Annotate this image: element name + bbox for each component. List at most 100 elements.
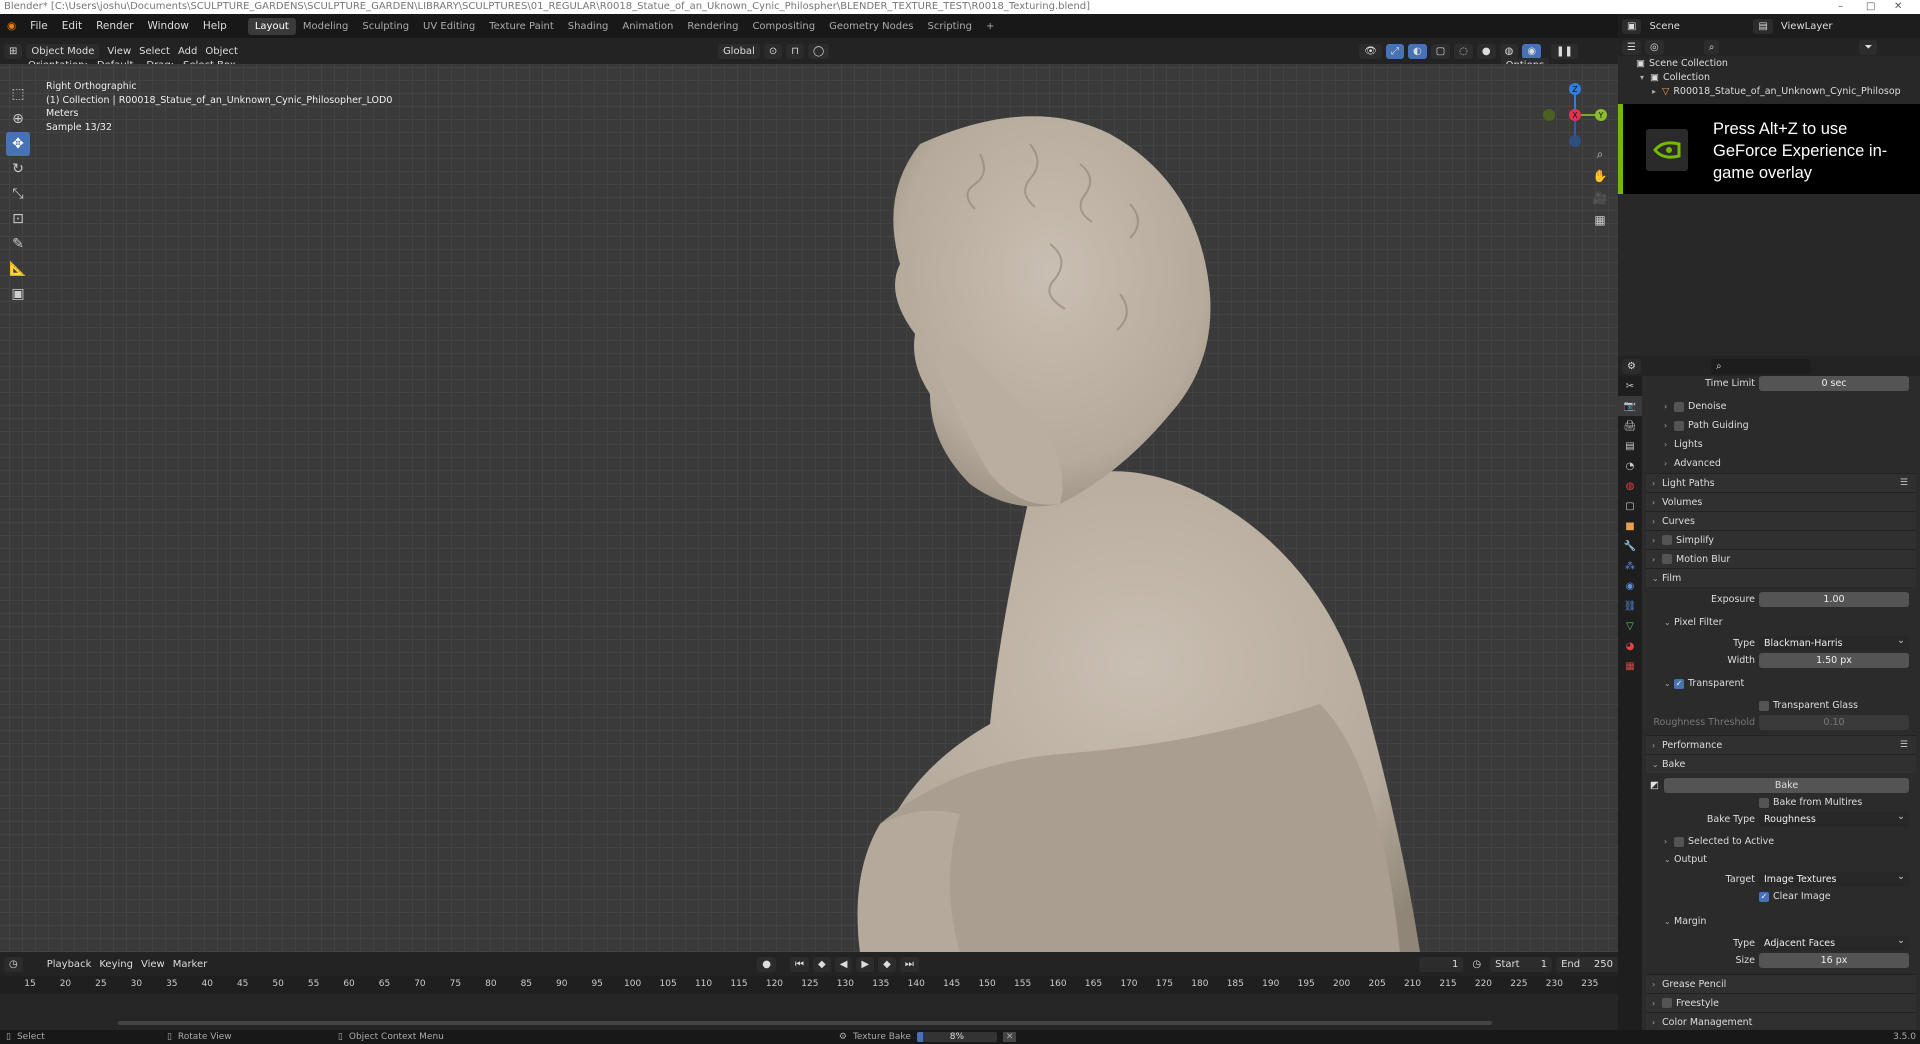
menu-keying[interactable]: Keying	[99, 959, 133, 970]
bake-type-dropdown[interactable]: Roughness	[1759, 809, 1909, 827]
blender-logo-icon[interactable]: ◉	[0, 20, 23, 32]
menu-render[interactable]: Render	[89, 20, 140, 32]
curves-panel[interactable]: › Curves	[1646, 511, 1916, 530]
outliner-row-statue[interactable]: ▸ ▽ R00018_Statue_of_an_Unknown_Cynic_Ph…	[1618, 84, 1920, 98]
tab-compositing[interactable]: Compositing	[745, 18, 822, 35]
scale-icon[interactable]: ⤡	[6, 182, 30, 206]
output-tab-icon[interactable]: 🖨	[1618, 416, 1642, 436]
menu-object[interactable]: Object	[205, 46, 238, 57]
material-tab-icon[interactable]: ◕	[1618, 636, 1642, 656]
margin-type-dropdown[interactable]: Adjacent Faces	[1759, 933, 1909, 951]
tab-texture-paint[interactable]: Texture Paint	[482, 18, 561, 35]
time-limit-field[interactable]: 0 sec	[1759, 376, 1909, 391]
3d-viewport[interactable]	[0, 64, 1618, 952]
film-panel[interactable]: ⌄ Film	[1646, 568, 1916, 587]
panel-presets-icon[interactable]: ☰	[1900, 478, 1908, 488]
object-tab-icon[interactable]: ■	[1618, 516, 1642, 536]
physics-tab-icon[interactable]: ◉	[1618, 576, 1642, 596]
tab-layout[interactable]: Layout	[247, 17, 296, 35]
grid-icon[interactable]: ▦	[1590, 210, 1610, 230]
jump-end-icon[interactable]: ⏭	[899, 956, 919, 972]
menu-marker[interactable]: Marker	[173, 959, 208, 970]
bake-button[interactable]: Bake	[1664, 778, 1909, 793]
outliner-row-collection[interactable]: ▾ ▣ Collection	[1618, 70, 1920, 84]
properties-editor-icon[interactable]: ⚙	[1622, 358, 1641, 374]
measure-icon[interactable]: 📐	[6, 257, 30, 281]
denoise-subpanel[interactable]: › Denoise	[1642, 397, 1920, 416]
next-key-icon[interactable]: ◆	[878, 956, 896, 972]
pan-hand-icon[interactable]: ✋	[1590, 166, 1610, 186]
bake-from-multires-checkbox[interactable]: Bake from Multires	[1759, 797, 1862, 808]
output-subpanel[interactable]: ⌄ Output	[1642, 851, 1920, 867]
timeline-ruler[interactable]: 15 20 25 30 35 40 45 50 55 60 65 70 75 80 85 90 95 100 105…	[0, 976, 1618, 994]
rotate-icon[interactable]: ↻	[6, 157, 30, 181]
modifier-tab-icon[interactable]: 🔧	[1618, 536, 1642, 556]
margin-size-field[interactable]: 16 px	[1759, 953, 1909, 968]
display-mode-icon[interactable]: ◎	[1644, 39, 1664, 55]
annotate-icon[interactable]: ✎	[6, 232, 30, 256]
tab-scripting[interactable]: Scripting	[920, 18, 978, 35]
menu-timeline-view[interactable]: View	[141, 959, 165, 970]
tab-uv-editing[interactable]: UV Editing	[416, 18, 482, 35]
volumes-panel[interactable]: › Volumes	[1646, 492, 1916, 511]
texture-tab-icon[interactable]: ▦	[1618, 656, 1642, 676]
render-tab-icon[interactable]: 📷	[1618, 396, 1642, 416]
freestyle-panel[interactable]: › Freestyle	[1646, 993, 1916, 1012]
tool-tab-icon[interactable]: ✂	[1618, 376, 1642, 396]
data-tab-icon[interactable]: ▽	[1618, 616, 1642, 636]
maximize-button[interactable]: □	[1866, 0, 1875, 14]
denoise-checkbox[interactable]	[1674, 401, 1684, 412]
transform-icon[interactable]: ⊡	[6, 207, 30, 231]
jump-start-icon[interactable]: ⏮	[790, 956, 809, 972]
search-icon[interactable]: ⌕	[1703, 39, 1720, 55]
path-guiding-checkbox[interactable]	[1674, 420, 1684, 431]
color-management-panel[interactable]: › Color Management	[1646, 1012, 1916, 1030]
tab-geometry-nodes[interactable]: Geometry Nodes	[822, 18, 920, 35]
tab-sculpting[interactable]: Sculpting	[355, 18, 416, 35]
constraints-tab-icon[interactable]: ⛓	[1618, 596, 1642, 616]
menu-window[interactable]: Window	[140, 20, 195, 32]
motion-blur-checkbox[interactable]	[1662, 554, 1672, 564]
exposure-field[interactable]: 1.00	[1759, 592, 1909, 607]
outliner-editor-type-icon[interactable]: ☰	[1622, 39, 1641, 55]
tab-rendering[interactable]: Rendering	[680, 18, 745, 35]
close-button[interactable]: ✕	[1894, 0, 1902, 14]
simplify-checkbox[interactable]	[1662, 535, 1672, 545]
menu-view[interactable]: View	[107, 46, 131, 57]
clear-image-checkbox[interactable]: ✓ Clear Image	[1759, 891, 1831, 902]
pixel-filter-subpanel[interactable]: ⌄ Pixel Filter	[1642, 613, 1920, 632]
menu-file[interactable]: File	[23, 20, 55, 32]
roughness-threshold-field[interactable]: 0.10	[1759, 715, 1909, 730]
menu-edit[interactable]: Edit	[55, 20, 89, 32]
tab-modeling[interactable]: Modeling	[296, 18, 356, 35]
selected-to-active-subpanel[interactable]: › Selected to Active	[1642, 832, 1920, 851]
target-dropdown[interactable]: Image Textures	[1759, 869, 1909, 887]
grease-pencil-panel[interactable]: › Grease Pencil	[1646, 974, 1916, 993]
stopwatch-icon[interactable]: ◷	[1467, 957, 1486, 972]
selected-to-active-checkbox[interactable]	[1674, 836, 1684, 847]
light-paths-panel[interactable]: › Light Paths ☰	[1646, 473, 1916, 492]
move-icon[interactable]: ✥	[6, 132, 30, 156]
minimize-button[interactable]: –	[1838, 0, 1843, 14]
cursor-icon[interactable]: ⊕	[6, 107, 30, 131]
menu-add[interactable]: Add	[178, 46, 197, 57]
performance-panel[interactable]: › Performance ☰	[1646, 735, 1916, 754]
motion-blur-panel[interactable]: › Motion Blur	[1646, 549, 1916, 568]
menu-select[interactable]: Select	[139, 46, 170, 57]
zoom-icon[interactable]: ⌕	[1590, 144, 1610, 164]
select-box-icon[interactable]: ⬚	[6, 82, 30, 106]
particles-tab-icon[interactable]: ⁂	[1618, 556, 1642, 576]
margin-subpanel[interactable]: ⌄ Margin	[1642, 912, 1920, 931]
transparent-checkbox[interactable]: ✓	[1674, 678, 1684, 689]
view-layer-selector[interactable]: ViewLayer	[1781, 21, 1833, 32]
lights-subpanel[interactable]: › Lights	[1642, 435, 1920, 454]
menu-playback[interactable]: Playback	[47, 959, 92, 970]
cancel-bake-button[interactable]: ✕	[1002, 1032, 1017, 1042]
scene-icon[interactable]: ▣	[1622, 18, 1642, 34]
current-frame-field[interactable]: 1	[1418, 956, 1464, 972]
simplify-panel[interactable]: › Simplify	[1646, 530, 1916, 549]
camera-icon[interactable]: 🎥	[1590, 188, 1610, 208]
filter-type-dropdown[interactable]: Blackman-Harris	[1759, 633, 1909, 651]
view-layer-icon[interactable]: ▤	[1753, 18, 1773, 34]
tab-animation[interactable]: Animation	[615, 18, 680, 35]
